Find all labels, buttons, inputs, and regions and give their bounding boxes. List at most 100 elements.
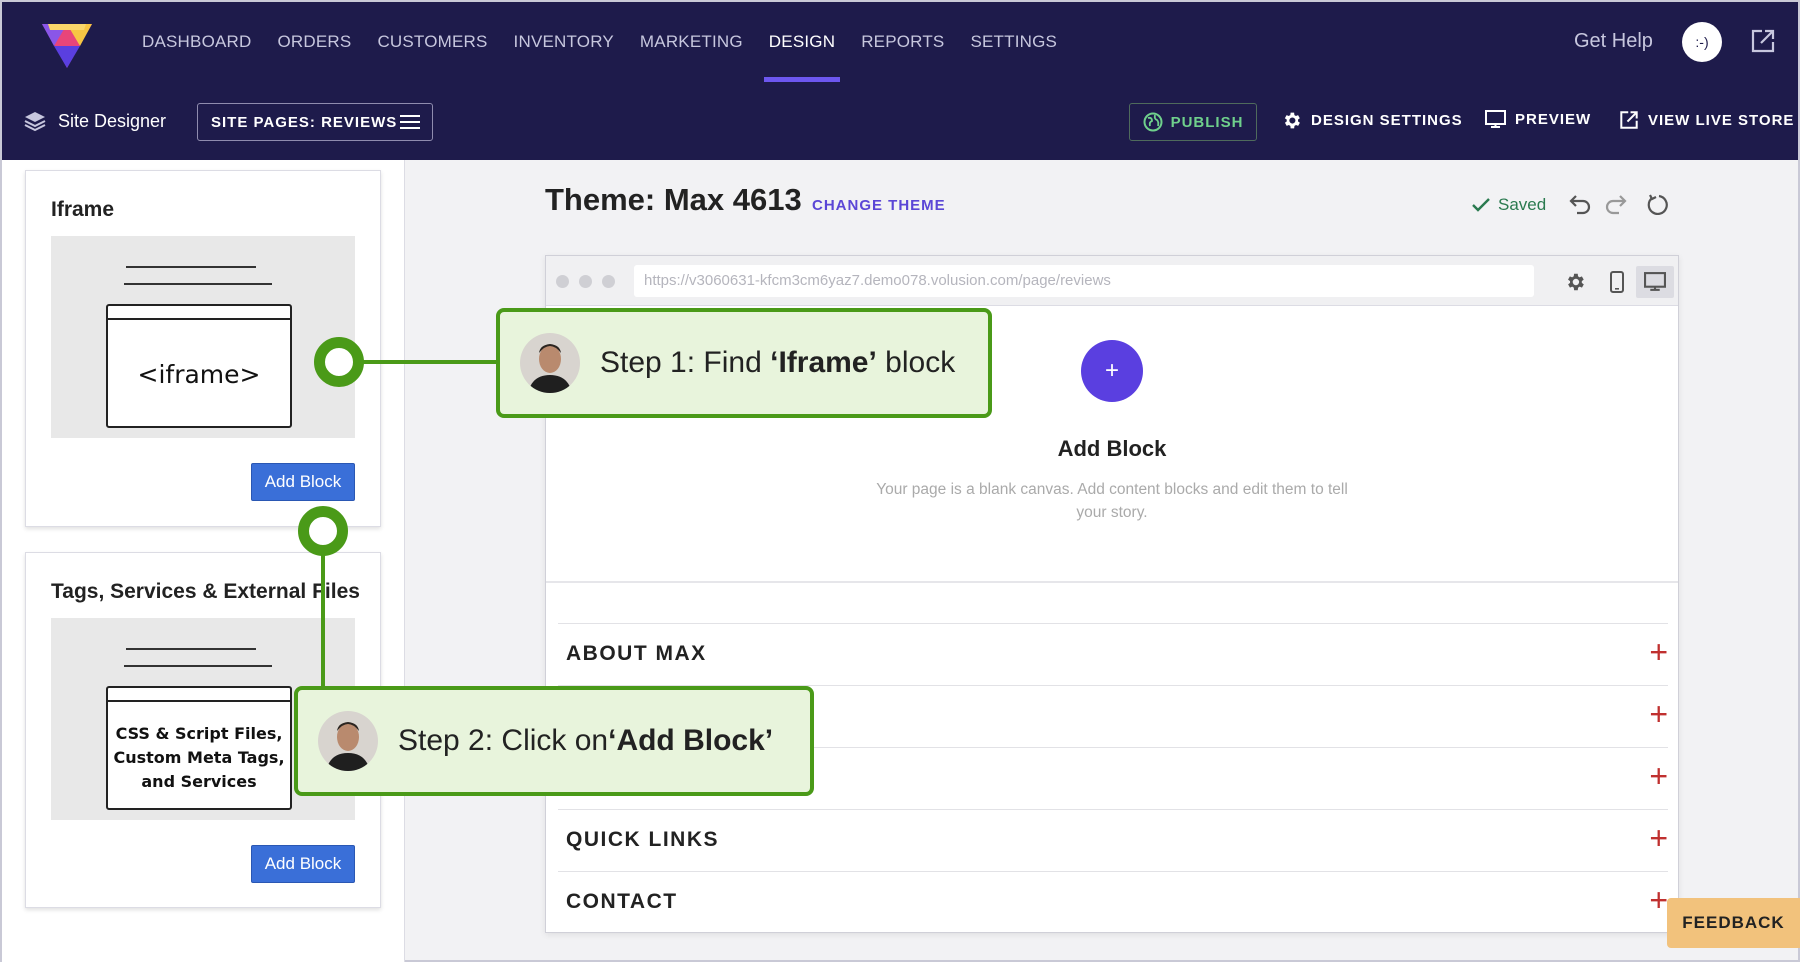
volusion-logo[interactable] bbox=[40, 16, 94, 70]
preview-line bbox=[124, 665, 272, 667]
reset-icon[interactable] bbox=[1647, 193, 1671, 217]
avatar[interactable]: :-) bbox=[1682, 22, 1722, 62]
tags-preview-line-1: CSS & Script Files, bbox=[115, 724, 283, 743]
tags-add-block-button[interactable]: Add Block bbox=[251, 845, 355, 883]
preview-line bbox=[126, 266, 256, 268]
step1-prefix: Step 1: Find bbox=[600, 346, 771, 379]
browser-settings-button[interactable] bbox=[1556, 266, 1594, 298]
nav-design[interactable]: DESIGN bbox=[763, 2, 841, 82]
iframe-add-block-button[interactable]: Add Block bbox=[251, 463, 355, 501]
nav-customers[interactable]: CUSTOMERS bbox=[377, 2, 487, 82]
add-block-description: Your page is a blank canvas. Add content… bbox=[876, 481, 1348, 521]
theme-title: Theme: Max 4613 bbox=[545, 182, 802, 217]
view-live-store-label: VIEW LIVE STORE bbox=[1648, 111, 1795, 129]
callout-connector bbox=[358, 360, 498, 364]
external-link-icon[interactable] bbox=[1750, 28, 1776, 54]
view-live-store-button[interactable]: VIEW LIVE STORE bbox=[1619, 110, 1794, 130]
add-block-plus-button[interactable]: + bbox=[1081, 340, 1143, 402]
desktop-icon bbox=[1644, 272, 1666, 291]
step2-text: Step 2: Click on‘Add Block’ bbox=[398, 724, 773, 758]
hamburger-menu-icon bbox=[400, 115, 420, 129]
mobile-icon bbox=[1610, 271, 1624, 293]
layers-icon bbox=[24, 112, 46, 132]
footer-section-label: ABOUT MAX bbox=[566, 642, 707, 665]
desktop-view-button[interactable] bbox=[1636, 266, 1674, 298]
nav-orders[interactable]: ORDERS bbox=[278, 2, 352, 82]
nav-dashboard[interactable]: DASHBOARD bbox=[142, 2, 252, 82]
preview-window-bar bbox=[108, 700, 290, 702]
url-bar: https://v3060631-kfcm3cm6yaz7.demo078.vo… bbox=[634, 265, 1534, 297]
gear-icon bbox=[1568, 273, 1584, 291]
preview-window: <iframe> bbox=[106, 304, 292, 428]
nav-reports[interactable]: REPORTS bbox=[861, 2, 944, 82]
nav-settings[interactable]: SETTINGS bbox=[970, 2, 1057, 82]
preview-label: PREVIEW bbox=[1515, 111, 1592, 128]
site-pages-label: SITE PAGES: REVIEWS bbox=[211, 113, 398, 131]
design-settings-label: DESIGN SETTINGS bbox=[1311, 112, 1463, 129]
expand-plus-icon[interactable]: + bbox=[1649, 884, 1668, 916]
expand-plus-icon[interactable]: + bbox=[1649, 760, 1668, 792]
step1-suffix: block bbox=[876, 346, 956, 379]
window-dot bbox=[556, 275, 569, 288]
gear-icon bbox=[1284, 112, 1300, 129]
window-dot bbox=[579, 275, 592, 288]
top-navigation-bar: DASHBOARD ORDERS CUSTOMERS INVENTORY MAR… bbox=[0, 0, 1800, 160]
preview-line bbox=[126, 648, 256, 650]
publish-label: PUBLISH bbox=[1170, 113, 1244, 131]
step1-callout: Step 1: Find ‘Iframe’ block bbox=[496, 308, 992, 418]
mobile-view-button[interactable] bbox=[1598, 266, 1636, 298]
iframe-preview-text: <iframe> bbox=[137, 360, 261, 389]
section-divider bbox=[546, 581, 1678, 583]
check-icon bbox=[1472, 198, 1490, 212]
publish-button[interactable]: PUBLISH bbox=[1129, 103, 1257, 141]
saved-label: Saved bbox=[1498, 195, 1547, 214]
nav-marketing[interactable]: MARKETING bbox=[640, 2, 743, 82]
monitor-icon bbox=[1485, 110, 1506, 128]
iframe-card-title: Iframe bbox=[51, 198, 115, 221]
design-settings-button[interactable]: DESIGN SETTINGS bbox=[1281, 110, 1463, 131]
expand-plus-icon[interactable]: + bbox=[1649, 636, 1668, 668]
footer-section-label: CONTACT bbox=[566, 890, 678, 913]
change-theme-link[interactable]: CHANGE THEME bbox=[812, 197, 946, 214]
preview-window-bar bbox=[108, 318, 290, 320]
step2-emphasis: ‘Add Block’ bbox=[608, 724, 774, 757]
feedback-button[interactable]: FEEDBACK bbox=[1667, 898, 1800, 948]
preview-button[interactable]: PREVIEW bbox=[1485, 110, 1591, 129]
step2-prefix: Step 2: Click on bbox=[398, 724, 609, 757]
guide-avatar bbox=[520, 333, 580, 393]
saved-status: Saved bbox=[1472, 195, 1546, 215]
step1-emphasis: ‘Iframe’ bbox=[770, 346, 877, 379]
block-library-panel: Iframe <iframe> Add Block Tags, Services… bbox=[0, 160, 405, 962]
external-link-icon bbox=[1620, 111, 1638, 129]
nav-inventory[interactable]: INVENTORY bbox=[514, 2, 614, 82]
window-dot bbox=[602, 275, 615, 288]
step2-marker-ring bbox=[298, 506, 348, 556]
preview-window: CSS & Script Files, Custom Meta Tags, an… bbox=[106, 686, 292, 810]
expand-plus-icon[interactable]: + bbox=[1649, 698, 1668, 730]
step1-marker-ring bbox=[314, 337, 364, 387]
footer-section-about[interactable]: ABOUT MAX + bbox=[558, 623, 1668, 685]
step2-callout: Step 2: Click on‘Add Block’ bbox=[294, 686, 814, 796]
undo-icon[interactable] bbox=[1568, 193, 1592, 215]
site-designer-text: Site Designer bbox=[58, 110, 167, 131]
tags-card-title: Tags, Services & External Files bbox=[51, 580, 360, 603]
site-designer-label: Site Designer bbox=[24, 110, 166, 132]
iframe-preview-image: <iframe> bbox=[51, 236, 355, 438]
tags-preview-line-2: Custom Meta Tags, bbox=[113, 748, 285, 767]
footer-section-contact[interactable]: CONTACT + bbox=[558, 871, 1668, 933]
browser-toolbar: https://v3060631-kfcm3cm6yaz7.demo078.vo… bbox=[546, 256, 1678, 306]
callout-connector bbox=[321, 555, 325, 690]
footer-section-label: QUICK LINKS bbox=[566, 828, 719, 851]
main-nav: DASHBOARD ORDERS CUSTOMERS INVENTORY MAR… bbox=[142, 2, 1083, 82]
site-pages-dropdown[interactable]: SITE PAGES: REVIEWS bbox=[197, 103, 433, 141]
get-help-link[interactable]: Get Help bbox=[1574, 30, 1653, 53]
expand-plus-icon[interactable]: + bbox=[1649, 822, 1668, 854]
tags-preview-text: CSS & Script Files, Custom Meta Tags, an… bbox=[108, 722, 290, 794]
redo-icon[interactable] bbox=[1604, 193, 1628, 215]
add-block-heading: Add Block bbox=[1057, 436, 1167, 461]
tags-preview-line-3: and Services bbox=[141, 772, 257, 791]
footer-section-quick-links[interactable]: QUICK LINKS + bbox=[558, 809, 1668, 871]
guide-avatar bbox=[318, 711, 378, 771]
preview-line bbox=[124, 283, 272, 285]
step1-text: Step 1: Find ‘Iframe’ block bbox=[600, 346, 955, 380]
